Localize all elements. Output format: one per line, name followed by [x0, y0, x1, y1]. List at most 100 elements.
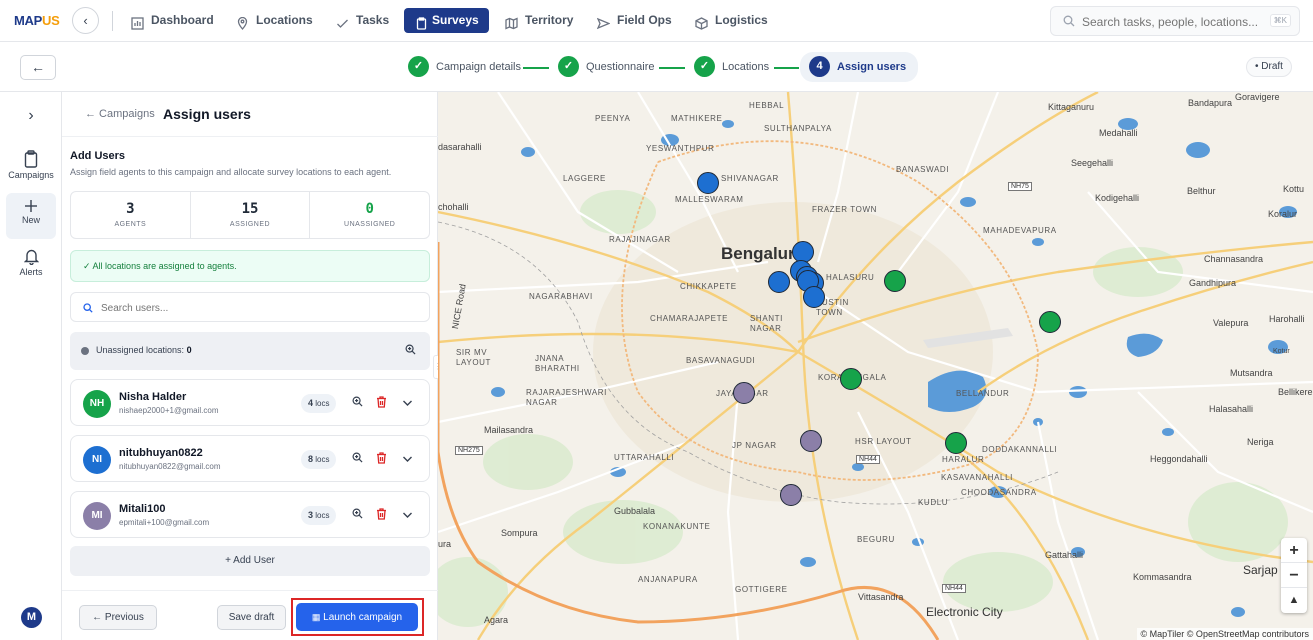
highway-shield: NH44	[856, 455, 880, 464]
map-label: Channasandra	[1204, 254, 1264, 264]
location-marker[interactable]	[800, 430, 822, 452]
map-label: HALASURU	[826, 273, 875, 282]
location-marker[interactable]	[768, 271, 790, 293]
map-label: Kottu	[1283, 184, 1305, 194]
trash-icon[interactable]	[376, 452, 387, 467]
location-marker[interactable]	[945, 432, 967, 454]
zoom-in-button[interactable]: +	[1281, 538, 1307, 563]
map-label: Sarjap	[1243, 563, 1278, 577]
map-label: ura	[438, 539, 452, 549]
step-locations[interactable]: ✓ Locations	[694, 56, 769, 78]
location-marker[interactable]	[697, 172, 719, 194]
rail-item-new[interactable]: New	[6, 193, 56, 239]
location-marker[interactable]	[1039, 311, 1061, 333]
rail-item-campaigns[interactable]: Campaigns	[6, 150, 56, 180]
breadcrumb-campaigns[interactable]: ← Campaigns	[85, 108, 155, 120]
map-label: LAGGERE	[563, 174, 606, 183]
clipboard-icon	[6, 150, 56, 168]
map-label: BANASWADI	[896, 165, 950, 174]
user-search[interactable]	[70, 292, 430, 322]
user-card[interactable]: NI nitubhuyan0822 nitubhuyan0822@gmail.c…	[70, 435, 430, 482]
location-marker[interactable]	[803, 286, 825, 308]
save-draft-button[interactable]: Save draft	[217, 605, 286, 630]
nav-item-surveys[interactable]: Surveys	[404, 8, 489, 33]
chevron-down-icon[interactable]	[402, 452, 413, 466]
avatar[interactable]: M	[21, 607, 42, 628]
map-label: Valepura	[1213, 318, 1249, 328]
map-label: MATHIKERE	[671, 114, 723, 123]
unassigned-label: Unassigned locations:	[96, 345, 185, 355]
app-logo[interactable]: MAPUS	[14, 13, 60, 28]
avatar: NH	[83, 390, 111, 418]
chevron-right-icon: ›	[28, 107, 34, 124]
map-view[interactable]: PEENYA MATHIKERE HEBBAL SULTHANPALYA Kit…	[438, 92, 1313, 640]
map-attribution[interactable]: © MapTiler © OpenStreetMap contributors	[1136, 628, 1313, 640]
user-card[interactable]: NH Nisha Halder nishaep2000+1@gmail.com …	[70, 379, 430, 426]
map-label: NAGARABHAVI	[529, 292, 593, 301]
location-marker[interactable]	[840, 368, 862, 390]
locations-count-badge[interactable]: 3 locs	[301, 506, 337, 525]
map-label: Agara	[484, 615, 509, 625]
map-label: PEENYA	[595, 114, 631, 123]
wizard-back-button[interactable]: ←	[20, 55, 56, 80]
map-label: Gandhipura	[1189, 278, 1237, 288]
chevron-down-icon[interactable]	[402, 508, 413, 522]
bar-chart-icon	[131, 14, 144, 30]
map-label: KASAVANAHALLI	[941, 473, 1013, 482]
locations-count-badge[interactable]: 4 locs	[301, 394, 337, 413]
chevron-down-icon[interactable]	[402, 396, 413, 410]
nav-back-button[interactable]: ‹	[72, 7, 99, 34]
location-marker[interactable]	[780, 484, 802, 506]
user-email: nishaep2000+1@gmail.com	[119, 406, 219, 415]
zoom-in-icon[interactable]	[352, 508, 363, 522]
zoom-out-button[interactable]: −	[1281, 563, 1307, 588]
map-label: UTTARAHALLI	[614, 453, 675, 462]
map-label: dasarahalli	[438, 142, 482, 152]
map-label: ANJANAPURA	[638, 575, 698, 584]
global-search-input[interactable]	[1082, 12, 1257, 32]
trash-icon[interactable]	[376, 508, 387, 523]
user-search-input[interactable]	[101, 299, 401, 317]
map-label: Gubbalala	[614, 506, 656, 516]
shortcut-hint: ⌘K	[1269, 14, 1291, 27]
step-campaign-details[interactable]: ✓ Campaign details	[408, 56, 521, 78]
check-circle-icon: ✓	[408, 56, 429, 77]
zoom-in-icon[interactable]	[405, 344, 416, 358]
step-assign-users[interactable]: 4 Assign users	[800, 52, 919, 82]
map-icon	[505, 14, 518, 30]
map-label: KONANAKUNTE	[643, 522, 711, 531]
nav-item-field-ops[interactable]: Field Ops	[596, 8, 672, 33]
rail-item-alerts[interactable]: Alerts	[6, 248, 56, 277]
nav-item-tasks[interactable]: Tasks	[336, 8, 389, 33]
add-user-button[interactable]: + Add User	[70, 546, 430, 576]
previous-button[interactable]: ← Previous	[79, 605, 157, 630]
step-connector	[523, 67, 549, 69]
send-icon	[596, 14, 611, 30]
map-label: HSR LAYOUT	[855, 437, 912, 446]
rail-expand-button[interactable]: ›	[6, 107, 56, 125]
user-card[interactable]: MI Mitali100 epmitali+100@gmail.com 3 lo…	[70, 491, 430, 538]
north-reset-button[interactable]: ▲	[1281, 588, 1307, 613]
nav-item-locations[interactable]: Locations	[236, 8, 313, 33]
step-connector	[659, 67, 685, 69]
map-label: SHANTI NAGAR	[750, 314, 783, 333]
location-marker[interactable]	[733, 382, 755, 404]
zoom-in-icon[interactable]	[352, 396, 363, 410]
location-marker[interactable]	[884, 270, 906, 292]
nav-item-logistics[interactable]: Logistics	[695, 8, 768, 33]
step-questionnaire[interactable]: ✓ Questionnaire	[558, 56, 655, 78]
nav-item-dashboard[interactable]: Dashboard	[131, 8, 214, 33]
zoom-in-icon[interactable]	[352, 452, 363, 466]
trash-icon[interactable]	[376, 396, 387, 411]
locations-count-badge[interactable]: 8 locs	[301, 450, 337, 469]
launch-campaign-button[interactable]: ▦ Launch campaign	[296, 603, 418, 631]
nav-item-territory[interactable]: Territory	[505, 8, 573, 33]
global-search[interactable]: ⌘K	[1050, 6, 1300, 36]
map-label: Vittasandra	[858, 592, 904, 602]
map-label: MAHADEVAPURA	[983, 226, 1057, 235]
check-circle-icon: ✓	[694, 56, 715, 77]
map-label: Neriga	[1247, 437, 1274, 447]
map-label: CHOODASANDRA	[961, 488, 1037, 497]
map-label: Kittaganuru	[1048, 102, 1095, 112]
map-label: HARALUR	[942, 455, 985, 464]
